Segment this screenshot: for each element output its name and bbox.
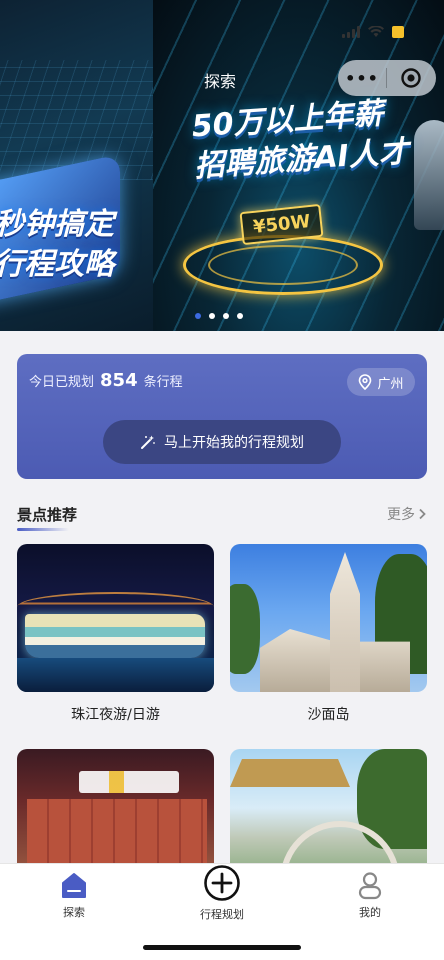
city-selector[interactable]: 广州 bbox=[347, 368, 415, 396]
banner-left-line-2: 行程攻略 bbox=[0, 247, 114, 282]
banner-grid-decoration bbox=[0, 60, 153, 180]
carousel-dot-2[interactable] bbox=[209, 313, 215, 319]
carousel-pagination bbox=[195, 313, 243, 319]
home-indicator[interactable] bbox=[143, 945, 301, 950]
capsule-more-button[interactable]: ••• bbox=[338, 69, 386, 88]
water-shape bbox=[17, 658, 214, 692]
banner-left-line-1: 秒钟搞定 bbox=[0, 207, 114, 242]
pavilion-roof-shape bbox=[230, 759, 350, 787]
chevron-right-icon bbox=[419, 508, 426, 520]
status-bar bbox=[342, 26, 404, 38]
plus-circle-icon bbox=[204, 865, 240, 901]
boat-shape bbox=[25, 614, 205, 658]
tab-me-label: 我的 bbox=[359, 906, 381, 919]
miniprogram-capsule: ••• bbox=[338, 60, 436, 96]
tree-shape bbox=[230, 584, 260, 674]
carousel-dot-1[interactable] bbox=[195, 313, 201, 319]
cellular-signal-icon bbox=[342, 26, 360, 38]
tab-plan-label: 行程规划 bbox=[200, 908, 244, 921]
spot-image bbox=[17, 544, 214, 692]
church-tower-shape bbox=[330, 552, 360, 692]
start-planning-button[interactable]: 马上开始我的行程规划 bbox=[103, 420, 341, 464]
banner-slide-prev[interactable]: 秒钟搞定 行程攻略 bbox=[0, 0, 153, 331]
spot-card-1[interactable]: 珠江夜游/日游 bbox=[17, 544, 214, 724]
carousel-dot-4[interactable] bbox=[237, 313, 243, 319]
more-link-label: 更多 bbox=[387, 507, 415, 523]
banner-slide-current[interactable]: ¥50W 50万以上年薪 招聘旅游AI人才 bbox=[153, 0, 444, 331]
banner-headline: 50万以上年薪 招聘旅游AI人才 bbox=[190, 93, 410, 188]
banner-stage-ring-inner bbox=[208, 245, 358, 285]
section-title: 景点推荐 bbox=[17, 506, 78, 524]
mall-sign-shape bbox=[79, 771, 179, 793]
banner-carousel[interactable]: 秒钟搞定 行程攻略 ¥50W 50万以上年薪 招聘旅游AI人才 探索 ••• bbox=[0, 0, 444, 331]
plan-count-suffix: 条行程 bbox=[143, 375, 183, 390]
battery-icon bbox=[392, 26, 404, 38]
start-planning-label: 马上开始我的行程规划 bbox=[164, 435, 304, 451]
section-title-underline bbox=[17, 528, 69, 531]
spot-name: 沙面岛 bbox=[307, 707, 350, 723]
home-icon bbox=[62, 873, 86, 898]
spot-name: 珠江夜游/日游 bbox=[71, 707, 160, 723]
section-header: 景点推荐 更多 bbox=[17, 504, 427, 534]
banner-person-figure bbox=[414, 120, 444, 230]
user-icon bbox=[358, 872, 382, 900]
plan-count-prefix: 今日已规划 bbox=[29, 375, 95, 390]
tab-me[interactable]: 我的 bbox=[315, 870, 425, 920]
plan-count-number: 854 bbox=[100, 370, 138, 391]
tab-explore-label: 探索 bbox=[63, 906, 85, 919]
spot-image bbox=[230, 544, 427, 692]
more-link[interactable]: 更多 bbox=[387, 504, 427, 524]
banner-left-text: 秒钟搞定 行程攻略 bbox=[0, 205, 114, 285]
capsule-close-button[interactable] bbox=[387, 67, 435, 89]
city-label: 广州 bbox=[377, 376, 404, 392]
plan-summary-card: 今日已规划 854 条行程 广州 马上开始我的行程规划 bbox=[17, 354, 427, 479]
tab-explore[interactable]: 探索 bbox=[19, 870, 129, 920]
page-title: 探索 bbox=[204, 72, 237, 91]
magic-wand-icon bbox=[141, 435, 155, 449]
spot-card-2[interactable]: 沙面岛 bbox=[230, 544, 427, 724]
wifi-icon bbox=[368, 26, 384, 38]
plan-count-text: 今日已规划 854 条行程 bbox=[29, 370, 183, 391]
location-pin-icon bbox=[359, 374, 372, 390]
tab-plan[interactable]: 行程规划 bbox=[167, 864, 277, 922]
target-icon bbox=[401, 68, 421, 88]
carousel-dot-3[interactable] bbox=[223, 313, 229, 319]
